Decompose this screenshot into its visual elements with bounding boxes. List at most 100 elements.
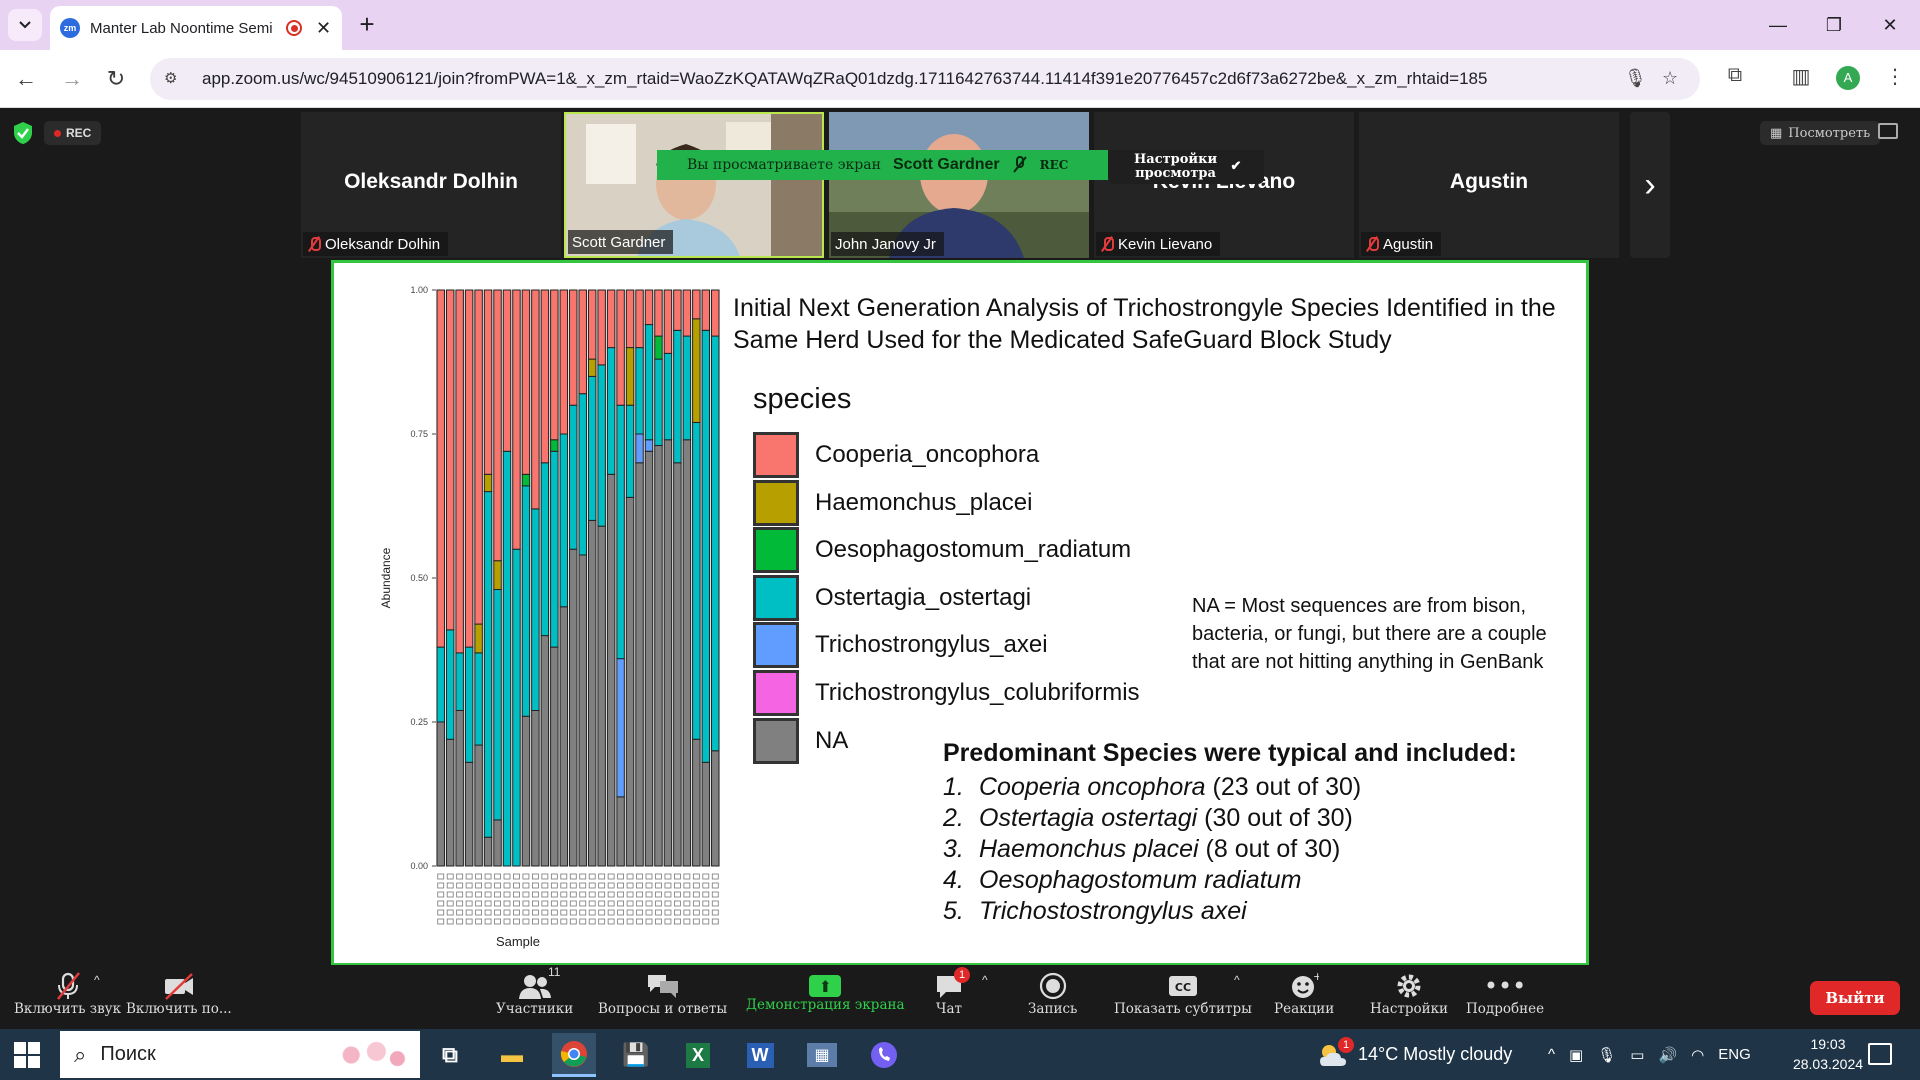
volume-icon[interactable]: 🔊 xyxy=(1658,1046,1677,1064)
microphone-icon[interactable]: 🎙 xyxy=(1624,68,1647,89)
participant-tile[interactable]: Agustin Agustin xyxy=(1359,112,1619,258)
language-indicator[interactable]: ENG xyxy=(1718,1046,1751,1063)
save-app-icon[interactable]: 💾 xyxy=(614,1033,658,1077)
next-page-chevron-icon[interactable]: › xyxy=(1630,112,1670,258)
minimize-button[interactable]: — xyxy=(1758,10,1798,40)
chat-unread-badge: 1 xyxy=(954,967,970,983)
control-label: Подробнее xyxy=(1466,1001,1545,1017)
notifications-icon[interactable] xyxy=(1868,1043,1892,1065)
x-tick-glyph xyxy=(702,918,710,925)
share-screen-button[interactable]: ⬆ Демонстрация экрана xyxy=(746,971,905,1027)
extensions-icon[interactable]: ⧉ xyxy=(1720,64,1750,87)
back-button[interactable]: ← xyxy=(10,63,42,95)
tab-list-chevron-icon[interactable] xyxy=(8,9,42,41)
tray-mic-icon[interactable]: 🎙 xyxy=(1597,1046,1616,1064)
site-info-icon[interactable]: ⚙ xyxy=(164,69,184,89)
captions-button[interactable]: CC Показать субтитры xyxy=(1114,971,1252,1027)
recording-indicator[interactable]: REC xyxy=(44,121,102,145)
checkmark-icon: ✔ xyxy=(1230,159,1242,174)
restore-button[interactable]: ❐ xyxy=(1814,10,1854,40)
bookmark-star-icon[interactable]: ☆ xyxy=(1662,68,1678,89)
file-explorer-icon[interactable]: ▬ xyxy=(490,1033,534,1077)
calculator-icon[interactable]: ▦ xyxy=(800,1033,844,1077)
participant-tile-active-speaker[interactable]: Scott Gardner xyxy=(564,112,824,258)
participant-tile[interactable]: Kevin Lievano Kevin Lievano xyxy=(1094,112,1354,258)
tab-close-icon[interactable]: ✕ xyxy=(316,18,331,39)
leave-meeting-button[interactable]: Выйти xyxy=(1810,981,1900,1015)
wifi-icon[interactable]: ◠ xyxy=(1691,1046,1704,1064)
close-window-button[interactable]: ✕ xyxy=(1870,10,1910,40)
chat-options-caret-icon[interactable]: ^ xyxy=(982,973,988,987)
screen-layout-icon[interactable] xyxy=(1878,123,1898,139)
new-tab-button[interactable]: + xyxy=(352,10,382,40)
x-tick-glyph xyxy=(579,909,587,916)
x-tick-glyph xyxy=(494,882,501,889)
rec-label: REC xyxy=(66,126,92,140)
x-tick-glyph xyxy=(645,900,653,907)
x-tick-glyph xyxy=(465,891,473,898)
task-view-icon[interactable]: ⧉ xyxy=(428,1033,472,1077)
bar-segment xyxy=(635,462,644,867)
meet-now-icon[interactable]: ▣ xyxy=(1569,1046,1583,1064)
settings-button[interactable]: Настройки xyxy=(1370,971,1448,1027)
participants-button[interactable]: Участники xyxy=(496,971,573,1027)
windows-start-icon[interactable] xyxy=(14,1042,40,1068)
participant-label: Oleksandr Dolhin xyxy=(303,232,449,256)
side-panel-icon[interactable]: ▥ xyxy=(1786,64,1816,89)
x-tick-glyph xyxy=(522,909,530,916)
x-tick-glyph xyxy=(579,900,587,907)
clock[interactable]: 19:03 28.03.2024 xyxy=(1788,1034,1868,1074)
participant-tile[interactable]: John Janovy Jr xyxy=(829,112,1089,258)
x-tick-glyph xyxy=(692,873,700,880)
reactions-button[interactable]: + Реакции xyxy=(1274,970,1334,1027)
tray-chevron-icon[interactable]: ^ xyxy=(1548,1046,1555,1063)
participant-tile[interactable]: Oleksandr Dolhin Oleksandr Dolhin xyxy=(301,112,561,258)
unmute-button[interactable]: Включить звук xyxy=(14,971,121,1027)
settings-icon xyxy=(1394,971,1424,1001)
view-button[interactable]: ▦ Посмотреть xyxy=(1760,121,1881,145)
bar-segment xyxy=(559,606,569,867)
record-icon xyxy=(1038,971,1068,1001)
x-tick-glyph xyxy=(560,873,568,880)
x-tick-glyph xyxy=(588,918,596,925)
weather-widget[interactable]: 1 14°C Mostly cloudy xyxy=(1316,1029,1512,1080)
viber-icon[interactable] xyxy=(862,1033,906,1077)
captions-options-caret-icon[interactable]: ^ xyxy=(1234,973,1240,987)
audio-options-caret-icon[interactable]: ^ xyxy=(94,973,100,987)
record-button[interactable]: Запись xyxy=(1028,971,1077,1027)
bar-segment xyxy=(493,819,502,867)
chrome-menu-icon[interactable]: ⋮ xyxy=(1880,64,1910,89)
x-tick-glyph xyxy=(636,918,643,925)
qa-button[interactable]: Вопросы и ответы xyxy=(598,971,727,1027)
encryption-shield-icon[interactable] xyxy=(12,121,34,145)
x-tick-glyph xyxy=(617,909,625,916)
legend-label: Oesophagostomum_radiatum xyxy=(815,536,1132,564)
bar-segment xyxy=(445,738,455,867)
x-tick-glyph xyxy=(569,918,577,925)
word-icon[interactable]: W xyxy=(738,1033,782,1077)
profile-avatar[interactable]: A xyxy=(1836,66,1860,90)
legend-item: NA xyxy=(753,717,848,764)
url-text[interactable]: app.zoom.us/wc/94510906121/join?fromPWA=… xyxy=(202,69,1602,89)
reload-button[interactable]: ↻ xyxy=(100,63,132,95)
view-settings-button[interactable]: Настройки просмотра ✔ xyxy=(1108,150,1264,184)
taskbar-search[interactable]: ⌕ Поиск xyxy=(60,1031,420,1078)
chrome-icon[interactable] xyxy=(552,1033,596,1077)
x-tick-glyph xyxy=(617,900,625,907)
browser-tab[interactable]: zm Manter Lab Noontime Semi ✕ xyxy=(50,6,342,50)
x-tick-glyph xyxy=(541,873,549,880)
x-tick-glyph xyxy=(607,909,615,916)
start-video-button[interactable]: Включить по... xyxy=(126,971,232,1027)
address-bar[interactable]: ⚙ app.zoom.us/wc/94510906121/join?fromPW… xyxy=(150,58,1700,100)
participants-icon xyxy=(518,971,552,1001)
forward-button[interactable]: → xyxy=(56,63,88,95)
excel-icon[interactable]: X xyxy=(676,1033,720,1077)
bar-segment xyxy=(711,335,720,752)
predominant-item: 3. Haemonchus placei (8 out of 30) xyxy=(943,834,1361,865)
x-tick-glyph xyxy=(711,882,719,889)
x-tick-glyph xyxy=(664,918,672,925)
x-tick-glyph xyxy=(711,918,719,925)
more-button[interactable]: ••• Подробнее xyxy=(1466,971,1544,1027)
species-name: Haemonchus placei xyxy=(979,835,1199,863)
battery-icon[interactable]: ▭ xyxy=(1630,1046,1644,1064)
